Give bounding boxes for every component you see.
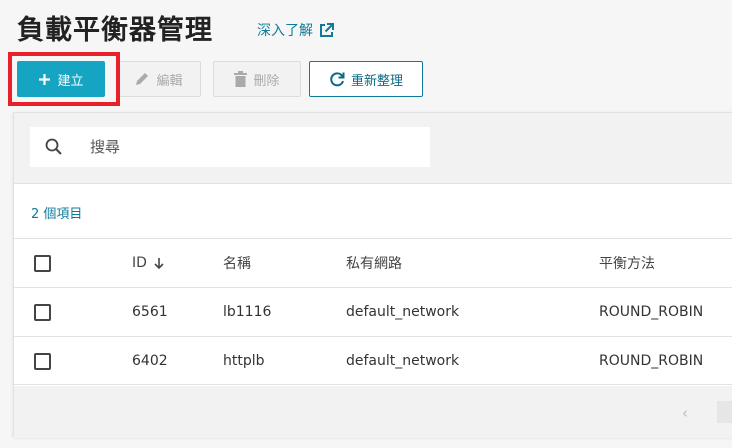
column-header-id-label: ID xyxy=(132,255,147,271)
plus-icon xyxy=(39,73,51,85)
page-title: 負載平衡器管理 xyxy=(17,15,213,46)
refresh-icon xyxy=(330,72,345,87)
arrow-down-icon xyxy=(154,257,164,269)
external-link-icon xyxy=(320,22,334,37)
pencil-icon xyxy=(136,73,149,85)
item-count: 2 個項目 xyxy=(31,207,83,222)
table-row[interactable]: 6402 httplb default_network ROUND_ROBIN xyxy=(14,336,732,385)
column-header-method[interactable]: 平衡方法 xyxy=(599,239,655,287)
page-indicator[interactable] xyxy=(717,401,732,423)
create-button[interactable]: 建立 xyxy=(17,61,105,97)
row-name: lb1116 xyxy=(223,304,272,320)
row-network: default_network xyxy=(346,304,460,320)
search-box[interactable] xyxy=(30,127,430,167)
column-header-id[interactable]: ID xyxy=(132,239,165,287)
row-method: ROUND_ROBIN xyxy=(599,353,704,369)
row-network: default_network xyxy=(346,353,460,369)
search-area xyxy=(14,113,732,184)
column-header-network[interactable]: 私有網路 xyxy=(346,239,402,287)
column-header-name[interactable]: 名稱 xyxy=(223,239,251,287)
search-icon xyxy=(45,138,62,155)
refresh-button[interactable]: 重新整理 xyxy=(309,61,423,97)
row-checkbox[interactable] xyxy=(34,352,51,370)
row-checkbox[interactable] xyxy=(34,303,51,321)
select-all-checkbox[interactable] xyxy=(34,254,51,272)
create-button-label: 建立 xyxy=(57,73,84,89)
search-input[interactable] xyxy=(90,127,420,167)
delete-button-label: 刪除 xyxy=(253,73,280,89)
table-header-row: ID 名稱 私有網路 平衡方法 xyxy=(14,238,732,287)
row-id: 6402 xyxy=(132,353,168,369)
edit-button-label: 編輯 xyxy=(156,73,183,89)
trash-icon xyxy=(234,71,248,87)
row-name: httplb xyxy=(223,353,265,369)
row-method: ROUND_ROBIN xyxy=(599,304,704,320)
chevron-left-icon[interactable]: ‹ xyxy=(682,404,688,422)
row-id: 6561 xyxy=(132,304,168,320)
pagination-bar: ‹ xyxy=(14,386,732,438)
learn-more-link[interactable]: 深入了解 xyxy=(257,20,335,40)
learn-more-label: 深入了解 xyxy=(257,23,313,39)
table-row[interactable]: 6561 lb1116 default_network ROUND_ROBIN xyxy=(14,287,732,336)
delete-button[interactable]: 刪除 xyxy=(213,61,301,97)
load-balancer-table: ID 名稱 私有網路 平衡方法 6561 lb1116 default_netw… xyxy=(14,238,732,385)
edit-button[interactable]: 編輯 xyxy=(116,61,201,97)
load-balancer-panel: 2 個項目 ID 名稱 私有網路 平衡方法 6561 lb1116 defaul… xyxy=(13,112,732,438)
refresh-button-label: 重新整理 xyxy=(350,73,403,89)
